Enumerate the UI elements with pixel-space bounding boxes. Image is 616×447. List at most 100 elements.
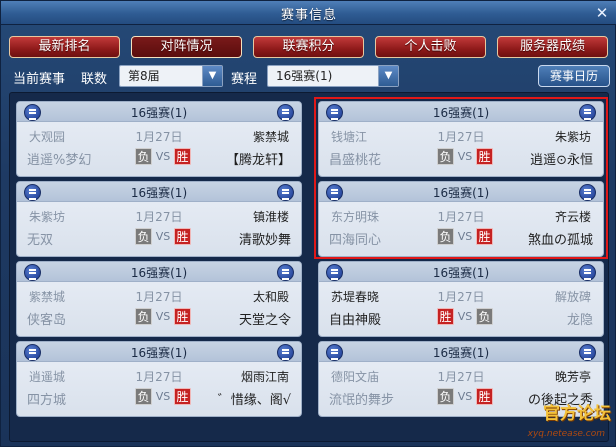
right-result-badge: 负 <box>476 308 493 325</box>
match-round: 16强赛(1) <box>432 346 490 360</box>
menu-icon[interactable] <box>277 344 294 361</box>
vs-label: VS <box>457 390 473 403</box>
right-server: 太和殿 <box>252 290 289 304</box>
right-server: 紫禁城 <box>252 130 289 144</box>
forum-watermark: 官方论坛 xyq.netease.com <box>501 372 611 442</box>
right-server: 解放碑 <box>554 290 591 304</box>
tab-server-results[interactable]: 服务器成绩 <box>497 36 608 58</box>
left-team[interactable]: 流氓的舞步 <box>329 389 394 408</box>
menu-icon[interactable] <box>277 184 294 201</box>
menu-icon[interactable] <box>579 184 596 201</box>
left-result-badge: 胜 <box>437 308 454 325</box>
menu-icon[interactable] <box>277 104 294 121</box>
match-round: 16强赛(1) <box>432 266 490 280</box>
match-round: 16强赛(1) <box>432 186 490 200</box>
match-header: 16强赛(1) <box>17 102 301 122</box>
right-result-badge: 胜 <box>476 228 493 245</box>
right-team[interactable]: 龙隐 <box>567 309 593 328</box>
right-result-badge: 胜 <box>174 148 191 165</box>
left-result-badge: 负 <box>135 388 152 405</box>
right-team[interactable]: 逍遥⊙永恒 <box>530 149 593 168</box>
schedule-select[interactable]: 16强赛(1) ▼ <box>267 65 399 87</box>
league-select-value: 第8届 <box>128 69 160 83</box>
tab-bar: 最新排名 对阵情况 联赛积分 个人击败 服务器成绩 <box>9 36 609 58</box>
match-card[interactable]: 16强赛(1) 朱紫坊 1月27日 镇淮楼 无双负 VS 胜清歌妙舞 <box>16 181 302 257</box>
match-header: 16强赛(1) <box>319 262 603 282</box>
chevron-down-icon[interactable]: ▼ <box>202 66 222 86</box>
match-card[interactable]: 16强赛(1) 东方明珠 1月27日 齐云楼 四海同心负 VS 胜煞血の孤城 <box>318 181 604 257</box>
right-result-badge: 胜 <box>174 228 191 245</box>
current-event-label: 当前赛事 <box>13 72 66 87</box>
menu-icon[interactable] <box>579 264 596 281</box>
tab-latest-ranking[interactable]: 最新排名 <box>9 36 120 58</box>
vs-label: VS <box>155 150 171 163</box>
match-header: 16强赛(1) <box>17 182 301 202</box>
title-bar[interactable]: 赛事信息 ✕ <box>1 1 616 25</box>
match-card[interactable]: 16强赛(1) 钱塘江 1月27日 朱紫坊 昌盛桃花负 VS 胜逍遥⊙永恒 <box>318 101 604 177</box>
right-server: 齐云楼 <box>554 210 591 224</box>
right-team[interactable]: 天堂之令 <box>239 309 291 328</box>
filter-toolbar: 当前赛事 联数 第8届 ▼ 赛程 16强赛(1) ▼ 赛事日历 <box>1 64 616 88</box>
schedule-label: 赛程 <box>231 72 258 87</box>
tab-matchups[interactable]: 对阵情况 <box>131 36 242 58</box>
match-card[interactable]: 16强赛(1) 紫禁城 1月27日 太和殿 侠客岛负 VS 胜天堂之令 <box>16 261 302 337</box>
match-card[interactable]: 16强赛(1) 苏堤春晓 1月27日 解放碑 自由神殿胜 VS 负龙隐 <box>318 261 604 337</box>
vs-label: VS <box>155 310 171 323</box>
vs-label: VS <box>155 230 171 243</box>
match-card[interactable]: 16强赛(1) 逍遥城 1月27日 烟雨江南 四方城负 VS 胜゛惜缘、阁√ <box>16 341 302 417</box>
tab-league-points[interactable]: 联赛积分 <box>253 36 364 58</box>
match-round: 16强赛(1) <box>130 266 188 280</box>
match-card[interactable]: 16强赛(1) 大观园 1月27日 紫禁城 逍遥%梦幻负 VS 胜【腾龙轩】 <box>16 101 302 177</box>
tab-personal-defeats[interactable]: 个人击败 <box>375 36 486 58</box>
match-round: 16强赛(1) <box>130 346 188 360</box>
close-icon[interactable]: ✕ <box>593 4 611 22</box>
left-result-badge: 负 <box>135 308 152 325</box>
match-round: 16强赛(1) <box>432 106 490 120</box>
right-server: 朱紫坊 <box>554 130 591 144</box>
match-header: 16强赛(1) <box>319 182 603 202</box>
left-result-badge: 负 <box>135 148 152 165</box>
chevron-down-icon[interactable]: ▼ <box>378 66 398 86</box>
left-team[interactable]: 逍遥%梦幻 <box>27 149 91 168</box>
match-header: 16强赛(1) <box>319 102 603 122</box>
right-team[interactable]: ゛惜缘、阁√ <box>218 389 291 408</box>
right-result-badge: 胜 <box>174 308 191 325</box>
vs-label: VS <box>457 230 473 243</box>
right-team[interactable]: 清歌妙舞 <box>239 229 291 248</box>
match-header: 16强赛(1) <box>319 342 603 362</box>
left-result-badge: 负 <box>437 228 454 245</box>
left-result-badge: 负 <box>437 148 454 165</box>
left-team[interactable]: 无双 <box>27 229 53 248</box>
menu-icon[interactable] <box>277 264 294 281</box>
left-result-badge: 负 <box>437 388 454 405</box>
league-label: 联数 <box>81 72 108 87</box>
left-team[interactable]: 昌盛桃花 <box>329 149 381 168</box>
schedule-select-value: 16强赛(1) <box>276 69 333 83</box>
left-result-badge: 负 <box>135 228 152 245</box>
right-result-badge: 胜 <box>476 148 493 165</box>
watermark-url: xyq.netease.com <box>527 429 605 439</box>
right-result-badge: 胜 <box>476 388 493 405</box>
menu-icon[interactable] <box>579 104 596 121</box>
right-result-badge: 胜 <box>174 388 191 405</box>
right-team[interactable]: 煞血の孤城 <box>528 229 593 248</box>
match-round: 16强赛(1) <box>130 106 188 120</box>
right-server: 烟雨江南 <box>240 370 289 384</box>
left-team[interactable]: 自由神殿 <box>329 309 381 328</box>
menu-icon[interactable] <box>579 344 596 361</box>
vs-label: VS <box>155 390 171 403</box>
left-team[interactable]: 四海同心 <box>329 229 381 248</box>
event-calendar-button[interactable]: 赛事日历 <box>538 65 610 87</box>
left-team[interactable]: 四方城 <box>27 389 66 408</box>
vs-label: VS <box>457 310 473 323</box>
right-team[interactable]: 【腾龙轩】 <box>226 149 291 168</box>
left-team[interactable]: 侠客岛 <box>27 309 66 328</box>
match-info-window: 赛事信息 ✕ 最新排名 对阵情况 联赛积分 个人击败 服务器成绩 当前赛事 联数… <box>0 0 616 447</box>
league-select[interactable]: 第8届 ▼ <box>119 65 223 87</box>
match-header: 16强赛(1) <box>17 342 301 362</box>
match-round: 16强赛(1) <box>130 186 188 200</box>
vs-label: VS <box>457 150 473 163</box>
right-server: 镇淮楼 <box>252 210 289 224</box>
window-title: 赛事信息 <box>280 8 337 23</box>
watermark-title: 官方论坛 <box>543 404 611 424</box>
